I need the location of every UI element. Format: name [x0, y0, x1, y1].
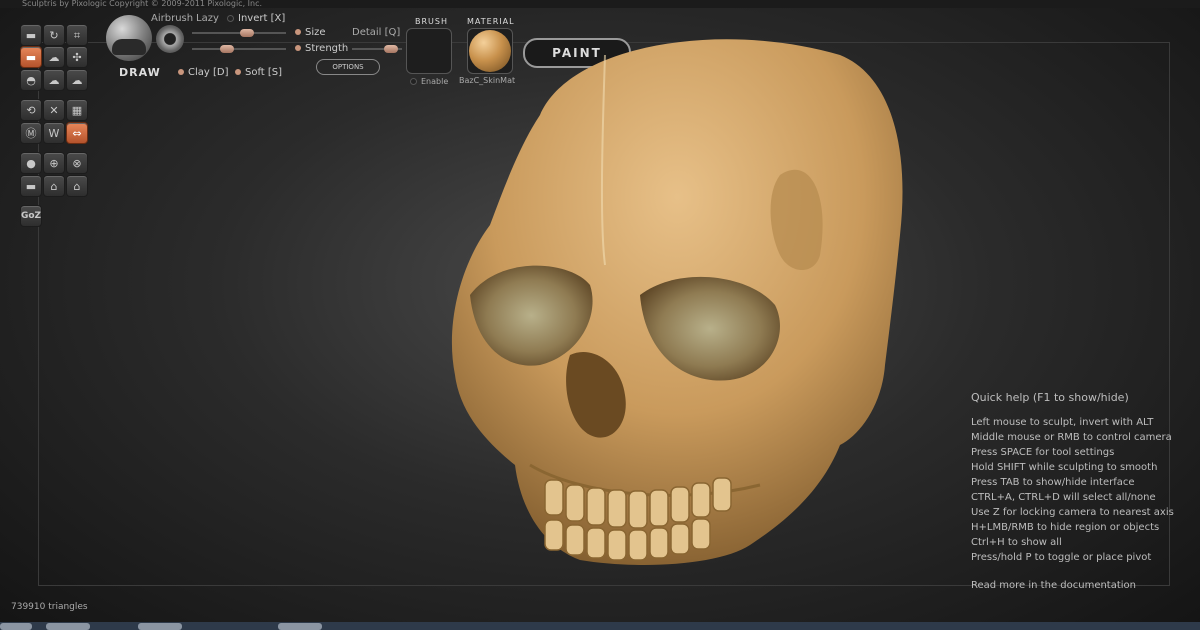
help-line: Left mouse to sculpt, invert with ALT	[971, 417, 1154, 428]
brush-preview-icon[interactable]	[106, 15, 152, 61]
tool-name: DRAW	[119, 66, 161, 79]
triangle-count: 739910 triangles	[11, 602, 88, 612]
strength-slider[interactable]	[192, 45, 286, 53]
skull-model[interactable]	[420, 25, 920, 585]
invert-radio-icon	[227, 14, 234, 22]
subdivide-icon[interactable]: ⊕	[43, 152, 65, 174]
window-title: Sculptris by Pixologic Copyright © 2009-…	[22, 0, 263, 8]
soft-label: Soft [S]	[245, 67, 283, 78]
clay-label: Clay [D]	[188, 67, 229, 78]
size-text: Size	[305, 27, 326, 38]
import-icon[interactable]: ▬	[20, 175, 42, 197]
help-line: Press TAB to show/hide interface	[971, 477, 1135, 488]
start-button[interactable]	[0, 623, 32, 630]
save-icon[interactable]: ⌂	[66, 175, 88, 197]
detail-slider[interactable]	[352, 45, 402, 53]
taskbar	[0, 622, 1200, 630]
move-icon[interactable]: ✣	[66, 46, 88, 68]
invert-label: Invert [X]	[238, 13, 286, 24]
soft-toggle[interactable]: Soft [S]	[235, 67, 282, 78]
taskbar-app[interactable]	[46, 623, 90, 630]
alpha-icon[interactable]	[156, 25, 184, 53]
detail-knob-icon[interactable]	[384, 45, 398, 53]
size-label: Size	[295, 27, 326, 38]
sphere-icon[interactable]: ●	[20, 152, 42, 174]
pinch-icon[interactable]: ☁	[43, 69, 65, 91]
help-line: Press/hold P to toggle or place pivot	[971, 552, 1152, 563]
quick-help-title: Quick help (F1 to show/hide)	[971, 391, 1129, 404]
help-line: Ctrl+H to show all	[971, 537, 1062, 548]
scale-icon[interactable]: ⇔	[66, 122, 88, 144]
help-line: CTRL+A, CTRL+D will select all/none	[971, 492, 1156, 503]
clay-toggle[interactable]: Clay [D]	[178, 67, 229, 78]
soft-dot-icon	[235, 69, 241, 75]
quick-help-panel: Quick help (F1 to show/hide) Left mouse …	[971, 390, 1174, 593]
rotate-icon[interactable]: ↻	[43, 24, 65, 46]
crop-icon[interactable]: ⌗	[66, 24, 88, 46]
options-button[interactable]: OPTIONS	[316, 59, 380, 75]
wireframe-icon[interactable]: ✕	[43, 99, 65, 121]
strength-dot-icon	[295, 45, 301, 51]
window-titlebar: Sculptris by Pixologic Copyright © 2009-…	[0, 0, 1200, 8]
size-knob-icon[interactable]	[240, 29, 254, 37]
lazy-toggle[interactable]: Lazy	[196, 13, 219, 24]
inflate-icon[interactable]: ◓	[20, 69, 42, 91]
reduce-icon[interactable]: Ⓜ	[20, 122, 42, 144]
help-line: Hold SHIFT while sculpting to smooth	[971, 462, 1158, 473]
export-icon[interactable]: ⌂	[43, 175, 65, 197]
strength-text: Strength	[305, 43, 349, 54]
mask-icon[interactable]: W	[43, 122, 65, 144]
clay-dot-icon	[178, 69, 184, 75]
help-line: H+LMB/RMB to hide region or objects	[971, 522, 1160, 533]
goz-button[interactable]: GoZ	[20, 205, 42, 227]
detail-label: Detail [Q]	[352, 27, 401, 38]
help-line: Use Z for locking camera to nearest axis	[971, 507, 1174, 518]
taskbar-app[interactable]	[278, 623, 322, 630]
draw-icon[interactable]: ▬	[20, 24, 42, 46]
strength-knob-icon[interactable]	[220, 45, 234, 53]
paint-icon[interactable]: ⊗	[66, 152, 88, 174]
grab-icon[interactable]: ☁	[66, 69, 88, 91]
size-dot-icon	[295, 29, 301, 35]
grid-icon[interactable]: ▦	[66, 99, 88, 121]
crease-icon[interactable]: ☁	[43, 46, 65, 68]
taskbar-app[interactable]	[138, 623, 182, 630]
help-line: Middle mouse or RMB to control camera	[971, 432, 1172, 443]
invert-toggle[interactable]: Invert [X]	[227, 13, 285, 24]
help-line: Press SPACE for tool settings	[971, 447, 1115, 458]
flatten-icon[interactable]: ▬	[20, 46, 42, 68]
enable-radio-icon	[410, 78, 417, 85]
strength-label: Strength	[295, 43, 348, 54]
size-slider[interactable]	[192, 29, 286, 37]
symmetry-icon[interactable]: ⟲	[20, 99, 42, 121]
airbrush-toggle[interactable]: Airbrush	[151, 13, 193, 24]
documentation-link[interactable]: Read more in the documentation	[971, 578, 1174, 593]
